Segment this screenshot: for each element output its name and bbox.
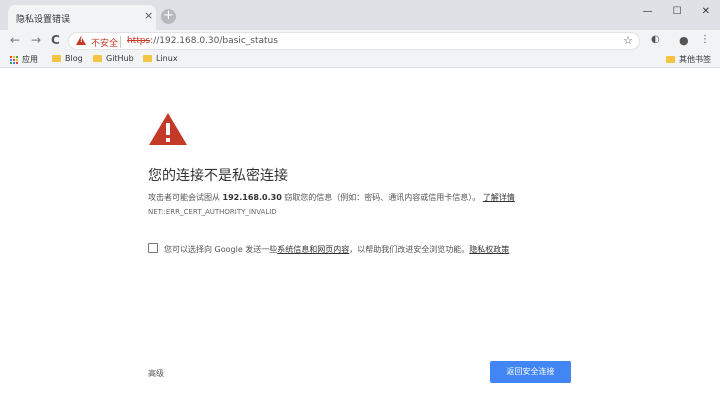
tab-active[interactable]: 隐私设置错误 × — [8, 5, 156, 30]
window-controls: — ☐ ✕ — [643, 6, 710, 17]
folder-icon — [52, 55, 61, 62]
folder-icon — [143, 55, 152, 62]
system-info-link[interactable]: 系统信息和网页内容 — [277, 245, 349, 254]
close-window-icon[interactable]: ✕ — [702, 6, 710, 17]
maximize-icon[interactable]: ☐ — [673, 6, 682, 17]
desc-suffix: 窃取您的信息（例如：密码、通讯内容或信用卡信息）。 — [284, 193, 481, 202]
report-text: 您可以选择向 Google 发送一些系统信息和网页内容，以帮助我们改进安全浏览功… — [164, 244, 509, 255]
bookmark-label: Linux — [156, 54, 178, 63]
bookmark-blog[interactable]: Blog — [52, 54, 83, 63]
report-checkbox[interactable] — [148, 243, 158, 253]
minimize-icon[interactable]: — — [643, 6, 653, 17]
bookmark-linux[interactable]: Linux — [143, 54, 178, 63]
back-icon[interactable]: ← — [10, 33, 20, 47]
desc-prefix: 攻击者可能会试图从 — [148, 193, 220, 202]
bookmark-github[interactable]: GitHub — [93, 54, 134, 63]
privacy-policy-link[interactable]: 隐私权政策 — [469, 245, 509, 254]
tab-title: 隐私设置错误 — [16, 15, 71, 25]
bookmark-label: 应用 — [22, 55, 38, 64]
menu-icon[interactable]: ⋮ — [700, 34, 710, 45]
desc-host: 192.168.0.30 — [222, 193, 282, 202]
report-middle: ，以帮助我们改进安全浏览功能。 — [349, 245, 470, 254]
bookmark-apps[interactable]: 应用 — [10, 54, 38, 65]
address-bar[interactable]: 不安全 https://192.168.0.30/basic_status ☆ — [68, 32, 640, 50]
url-text[interactable]: https://192.168.0.30/basic_status — [127, 36, 278, 46]
apps-grid-icon — [10, 55, 18, 64]
not-secure-label[interactable]: 不安全 — [91, 36, 118, 49]
page-title: 您的连接不是私密连接 — [148, 168, 288, 184]
error-code: NET::ERR_CERT_AUTHORITY_INVALID — [148, 208, 277, 216]
page-content: 您的连接不是私密连接 攻击者可能会试图从 192.168.0.30 窃取您的信息… — [0, 69, 720, 400]
bookmark-label: GitHub — [106, 54, 134, 63]
other-bookmarks[interactable]: 其他书签 — [666, 54, 711, 65]
warning-triangle-icon — [149, 113, 187, 145]
reload-icon[interactable]: C — [51, 33, 60, 47]
back-to-safety-button[interactable]: 返回安全连接 — [490, 361, 571, 383]
other-bookmarks-label: 其他书签 — [679, 55, 711, 64]
not-secure-warning-icon[interactable] — [76, 36, 86, 45]
error-description: 攻击者可能会试图从 192.168.0.30 窃取您的信息（例如：密码、通讯内容… — [148, 192, 515, 203]
forward-icon[interactable]: → — [31, 33, 41, 47]
url-scheme: https — [127, 36, 151, 46]
bookmarks-bar: 应用 Blog GitHub Linux 其他书签 — [0, 52, 720, 68]
bookmark-label: Blog — [65, 54, 83, 63]
advanced-button[interactable]: 高级 — [148, 368, 164, 379]
profile-icon[interactable]: ● — [679, 34, 689, 47]
folder-icon — [666, 56, 675, 63]
learn-more-link[interactable]: 了解详情 — [483, 193, 515, 202]
title-bar: 隐私设置错误 × + — ☐ ✕ — [0, 0, 720, 30]
extension-icon[interactable]: ◐ — [651, 34, 660, 45]
new-tab-button[interactable]: + — [161, 9, 176, 24]
tab-close-icon[interactable]: × — [144, 10, 153, 22]
report-prefix: 您可以选择向 Google 发送一些 — [164, 245, 278, 254]
toolbar: ← → C 不安全 https://192.168.0.30/basic_sta… — [0, 30, 720, 52]
url-rest: ://192.168.0.30/basic_status — [150, 36, 278, 46]
bookmark-star-icon[interactable]: ☆ — [623, 34, 633, 47]
omnibox-divider — [120, 36, 121, 48]
folder-icon — [93, 55, 102, 62]
